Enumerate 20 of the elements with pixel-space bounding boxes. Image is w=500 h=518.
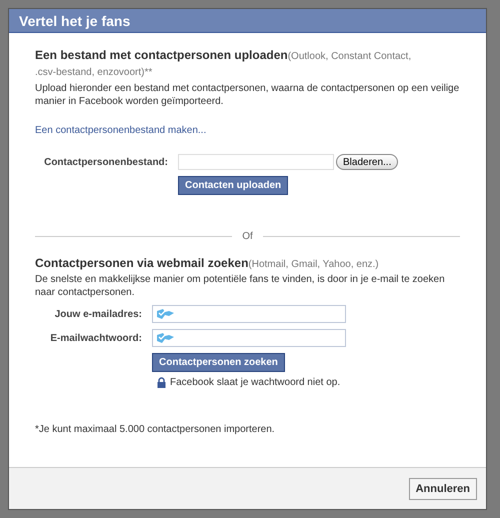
create-file-link[interactable]: Een contactpersonenbestand maken... (35, 125, 206, 136)
field-label: Jouw e-mailadres: (54, 308, 143, 320)
footnote: *Je kunt maximaal 5.000 contactpersonen importeren. (35, 424, 276, 435)
search-contacts-button[interactable]: Contactpersonen zoeken (152, 353, 285, 372)
input-field[interactable] (152, 329, 346, 347)
privacy-note: Facebook slaat je wachtwoord niet op. (170, 377, 340, 388)
section-heading: Contactpersonen via webmail zoeken(Hotmail, Gmail, Yahoo, enz.) (35, 256, 380, 272)
file-path-field[interactable] (178, 154, 334, 170)
field-label: E-mailwachtwoord: (49, 332, 143, 344)
field-label: Contactpersonenbestand: (43, 156, 169, 168)
input-field[interactable] (152, 305, 346, 323)
section-description: Upload hieronder een bestand met contactpersonen, waarna de contactpersonen op een veilige manier in Facebook worden geïmporteerd. (35, 82, 460, 108)
divider-label: Of (242, 231, 253, 242)
upload-button[interactable]: Contacten uploaden (178, 176, 288, 195)
dialog-title: Vertel het je fans (19, 13, 130, 29)
lock-icon (157, 377, 166, 388)
section-description: De snelste en makkelijkse manier om potentiële fans te vinden, is door in je e-mail te zoeken naar contactpersonen. (35, 273, 446, 299)
section-heading: Een bestand met contactpersonen uploaden(Outlook, Constant Contact, .csv-bestand, enzovoort)** (35, 47, 412, 80)
browse-button[interactable]: Bladeren... (336, 154, 398, 170)
cancel-button[interactable]: Annuleren (408, 478, 477, 500)
